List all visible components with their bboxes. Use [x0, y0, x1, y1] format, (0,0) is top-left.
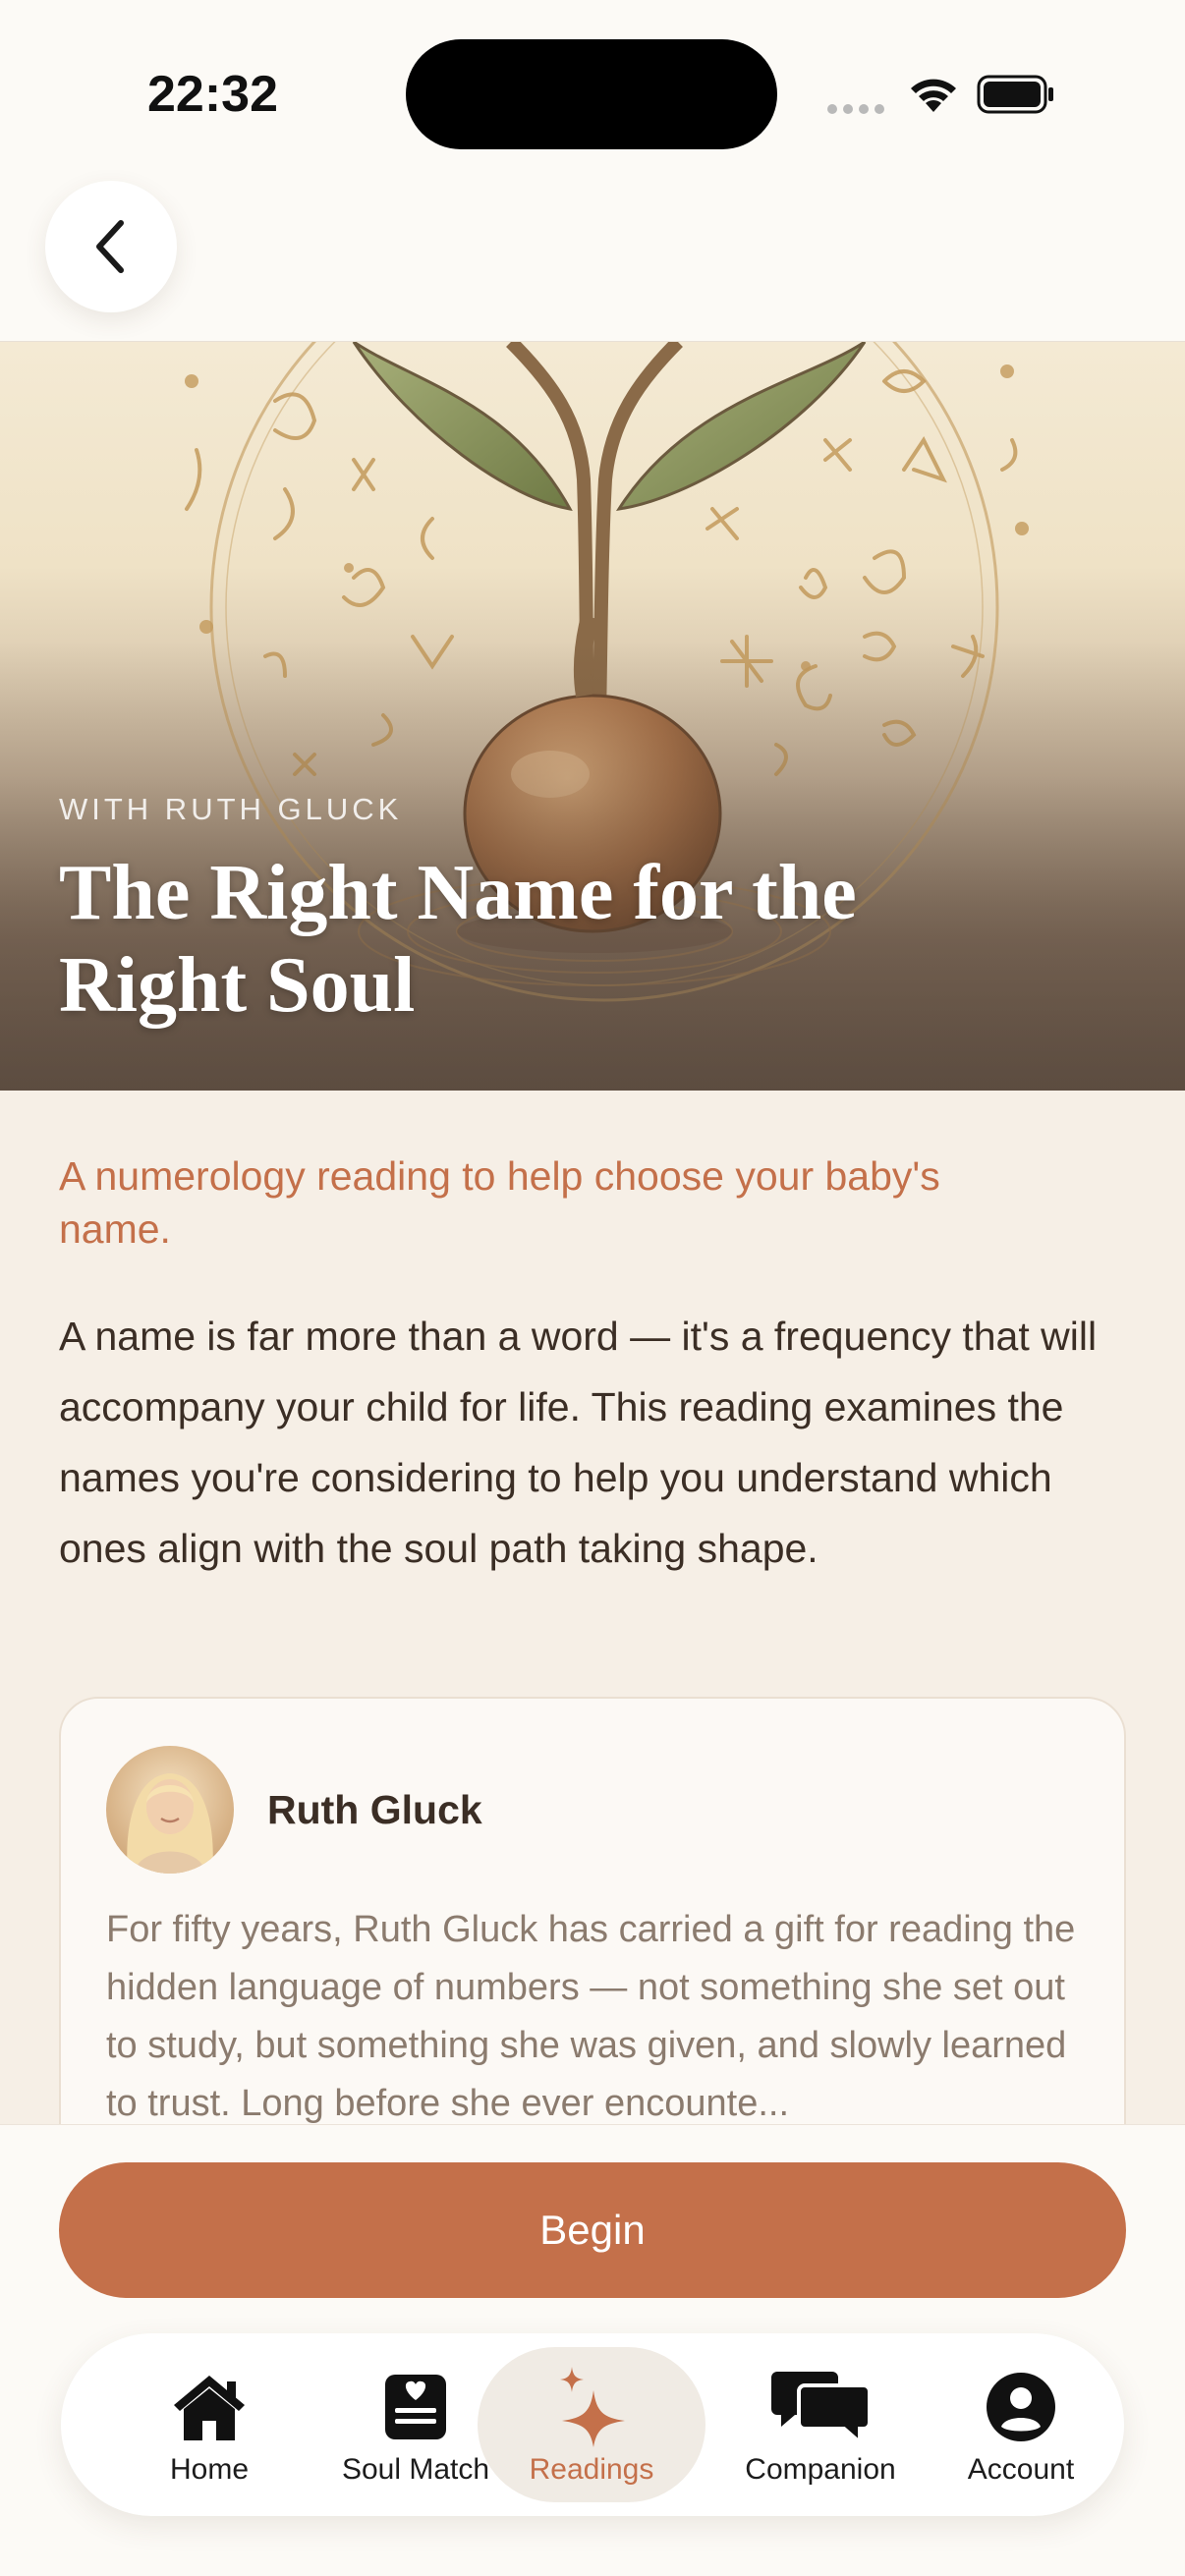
begin-button[interactable]: Begin: [59, 2162, 1126, 2298]
tab-home-label: Home: [169, 2453, 250, 2486]
home-icon: [174, 2376, 245, 2440]
reading-subtitle: A numerology reading to help choose your…: [59, 1153, 940, 1252]
hero-kicker: WITH RUTH GLUCK: [59, 792, 403, 826]
back-button[interactable]: [45, 181, 177, 312]
soul-match-icon: [385, 2375, 446, 2439]
chevron-left-icon: [96, 220, 124, 273]
page-title: The Right Name for the Right Soul: [59, 850, 857, 1029]
top-bar: 22:32: [0, 0, 1185, 342]
chat-bubbles-icon: [771, 2372, 870, 2444]
tab-readings-label: Readings: [529, 2453, 654, 2486]
tab-account-label: Account: [967, 2453, 1075, 2486]
author-portrait: [127, 1773, 213, 1874]
tab-home[interactable]: Home: [106, 2347, 312, 2502]
battery-icon: [977, 75, 1053, 114]
tab-readings[interactable]: Readings: [478, 2347, 705, 2502]
tab-account[interactable]: Account: [918, 2347, 1124, 2502]
author-bio: For fifty years, Ruth Gluck has carried …: [106, 1909, 1076, 2124]
account-icon: [987, 2373, 1055, 2441]
bottom-panel: Begin Home Soul Match Readings Companion…: [0, 2124, 1185, 2576]
sparkle-icon: [560, 2367, 625, 2447]
dynamic-island: [406, 39, 777, 149]
status-time: 22:32: [147, 66, 278, 123]
wifi-icon: [911, 79, 956, 112]
cellular-signal-icon: [827, 104, 884, 114]
reading-description: A name is far more than a word — it's a …: [59, 1314, 1098, 1571]
tab-companion-label: Companion: [745, 2453, 896, 2486]
tab-soul-match-label: Soul Match: [341, 2453, 490, 2486]
status-icons: [827, 69, 1083, 124]
avatar: [106, 1746, 234, 1874]
author-name: Ruth Gluck: [267, 1787, 482, 1832]
hero-banner: WITH RUTH GLUCK The Right Name for the R…: [0, 342, 1185, 1091]
tab-companion[interactable]: Companion: [717, 2347, 924, 2502]
tab-bar: Home Soul Match Readings Companion Accou…: [61, 2333, 1124, 2516]
